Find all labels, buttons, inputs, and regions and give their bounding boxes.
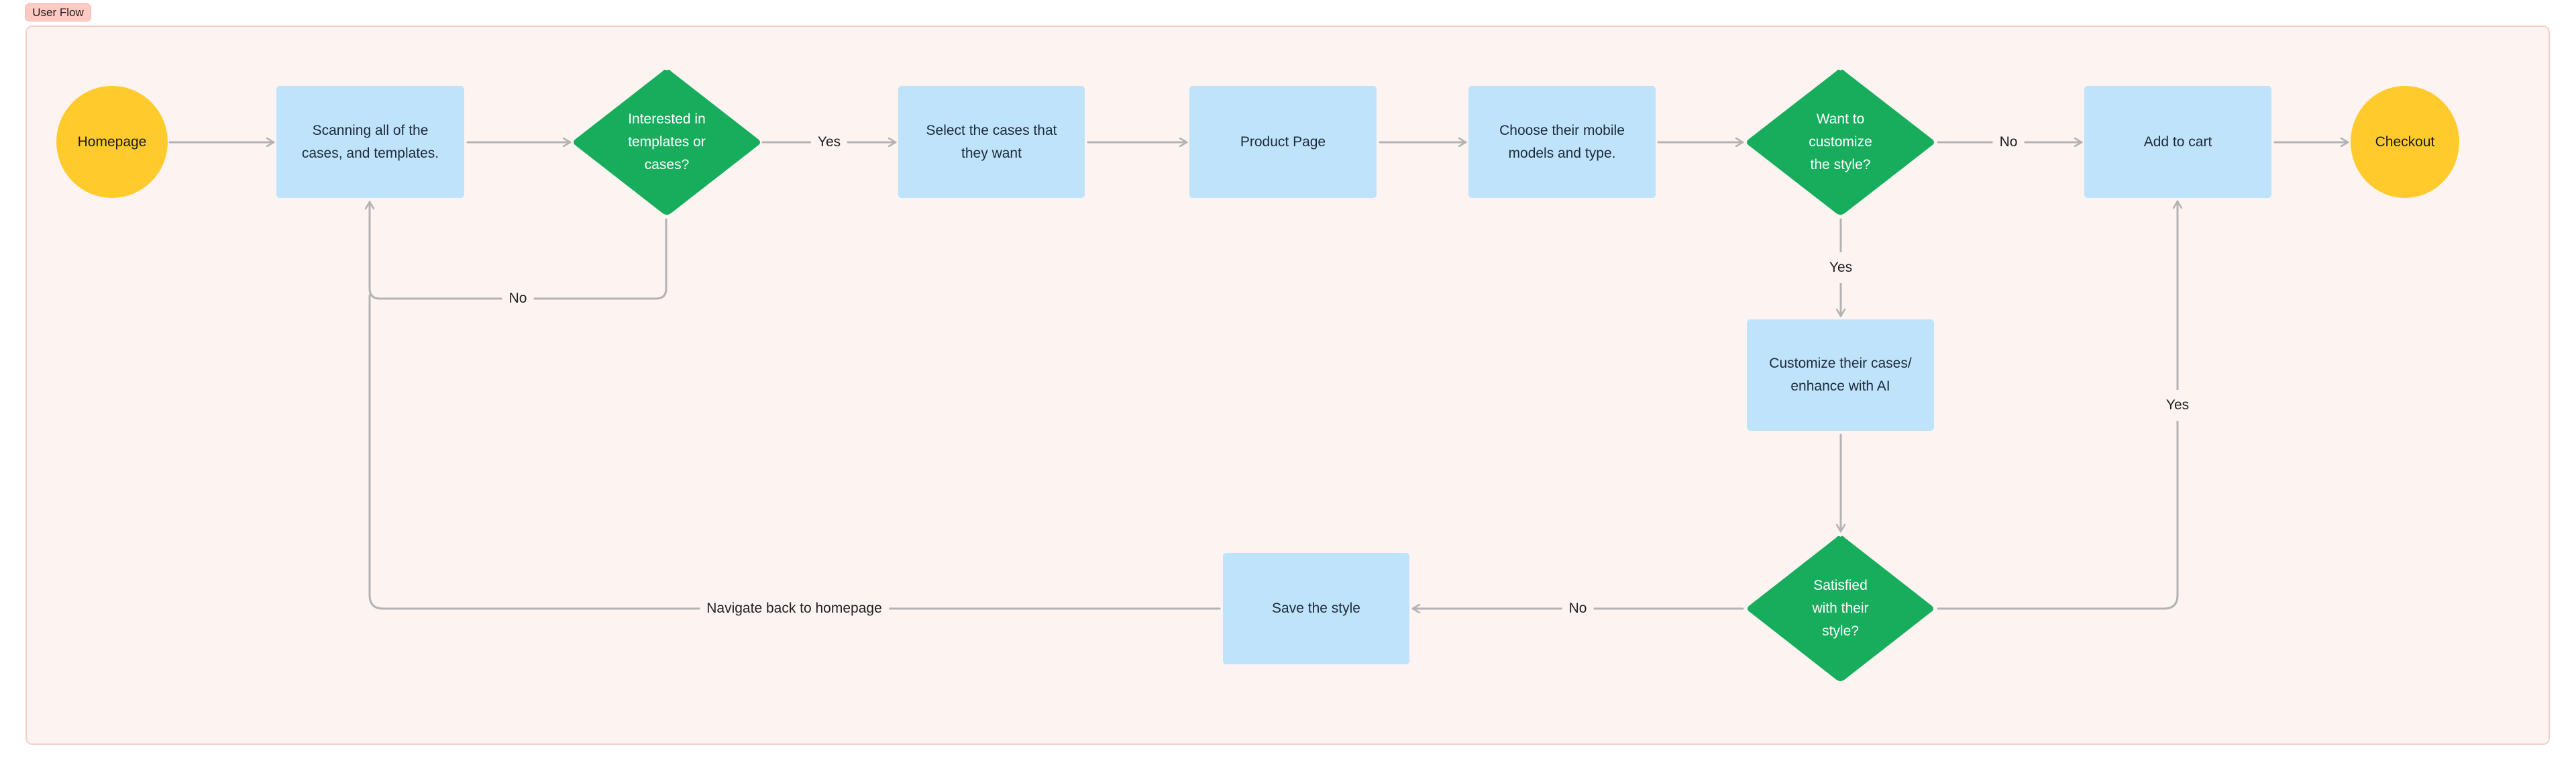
- node-label: Checkout: [2375, 134, 2435, 150]
- edge-label-want-customize-no: No: [1992, 134, 2025, 151]
- node-checkout[interactable]: Checkout: [2351, 86, 2459, 198]
- decision-interested[interactable]: Interested in templates or cases?: [572, 68, 761, 216]
- decision-satisfied[interactable]: Satisfied with their style?: [1746, 535, 1935, 682]
- edge-satisfied-to-cart-yes[interactable]: [1937, 200, 2178, 610]
- node-add-to-cart[interactable]: Add to cart: [2084, 86, 2271, 198]
- edge-save-to-scanning-navigate[interactable]: [368, 294, 1221, 610]
- node-label: Want to customize the style?: [1809, 111, 1872, 172]
- node-label: Product Page: [1240, 134, 1326, 150]
- edge-label-navigate-back: Navigate back to homepage: [700, 600, 889, 617]
- edge-label-interested-yes: Yes: [810, 134, 848, 151]
- node-label: Satisfied with their style?: [1812, 578, 1869, 639]
- node-product-page[interactable]: Product Page: [1189, 86, 1377, 198]
- decision-want-customize[interactable]: Want to customize the style?: [1746, 68, 1935, 216]
- node-label: Homepage: [77, 134, 147, 150]
- node-label: Choose their mobile models and type.: [1499, 122, 1625, 161]
- node-customize[interactable]: Customize their cases/ enhance with AI: [1747, 319, 1934, 431]
- node-select-cases[interactable]: Select the cases that they want: [898, 86, 1085, 198]
- edge-label-satisfied-no: No: [1562, 600, 1594, 617]
- node-label: Select the cases that they want: [926, 122, 1057, 161]
- node-label: Scanning all of the cases, and templates…: [301, 122, 439, 161]
- edge-label-want-customize-yes: Yes: [1826, 252, 1856, 283]
- node-label: Add to cart: [2143, 134, 2212, 150]
- edge-interested-to-scanning-no[interactable]: [370, 201, 667, 300]
- node-homepage[interactable]: Homepage: [56, 86, 168, 198]
- node-label: Interested in templates or cases?: [628, 111, 706, 172]
- edge-label-satisfied-yes: Yes: [2163, 390, 2192, 421]
- edge-label-interested-no: No: [502, 290, 534, 307]
- node-label: Customize their cases/ enhance with AI: [1769, 356, 1912, 394]
- node-label: Save the style: [1272, 601, 1360, 616]
- node-save-style[interactable]: Save the style: [1223, 553, 1409, 664]
- node-scanning[interactable]: Scanning all of the cases, and templates…: [276, 86, 464, 198]
- node-choose-models[interactable]: Choose their mobile models and type.: [1468, 86, 1656, 198]
